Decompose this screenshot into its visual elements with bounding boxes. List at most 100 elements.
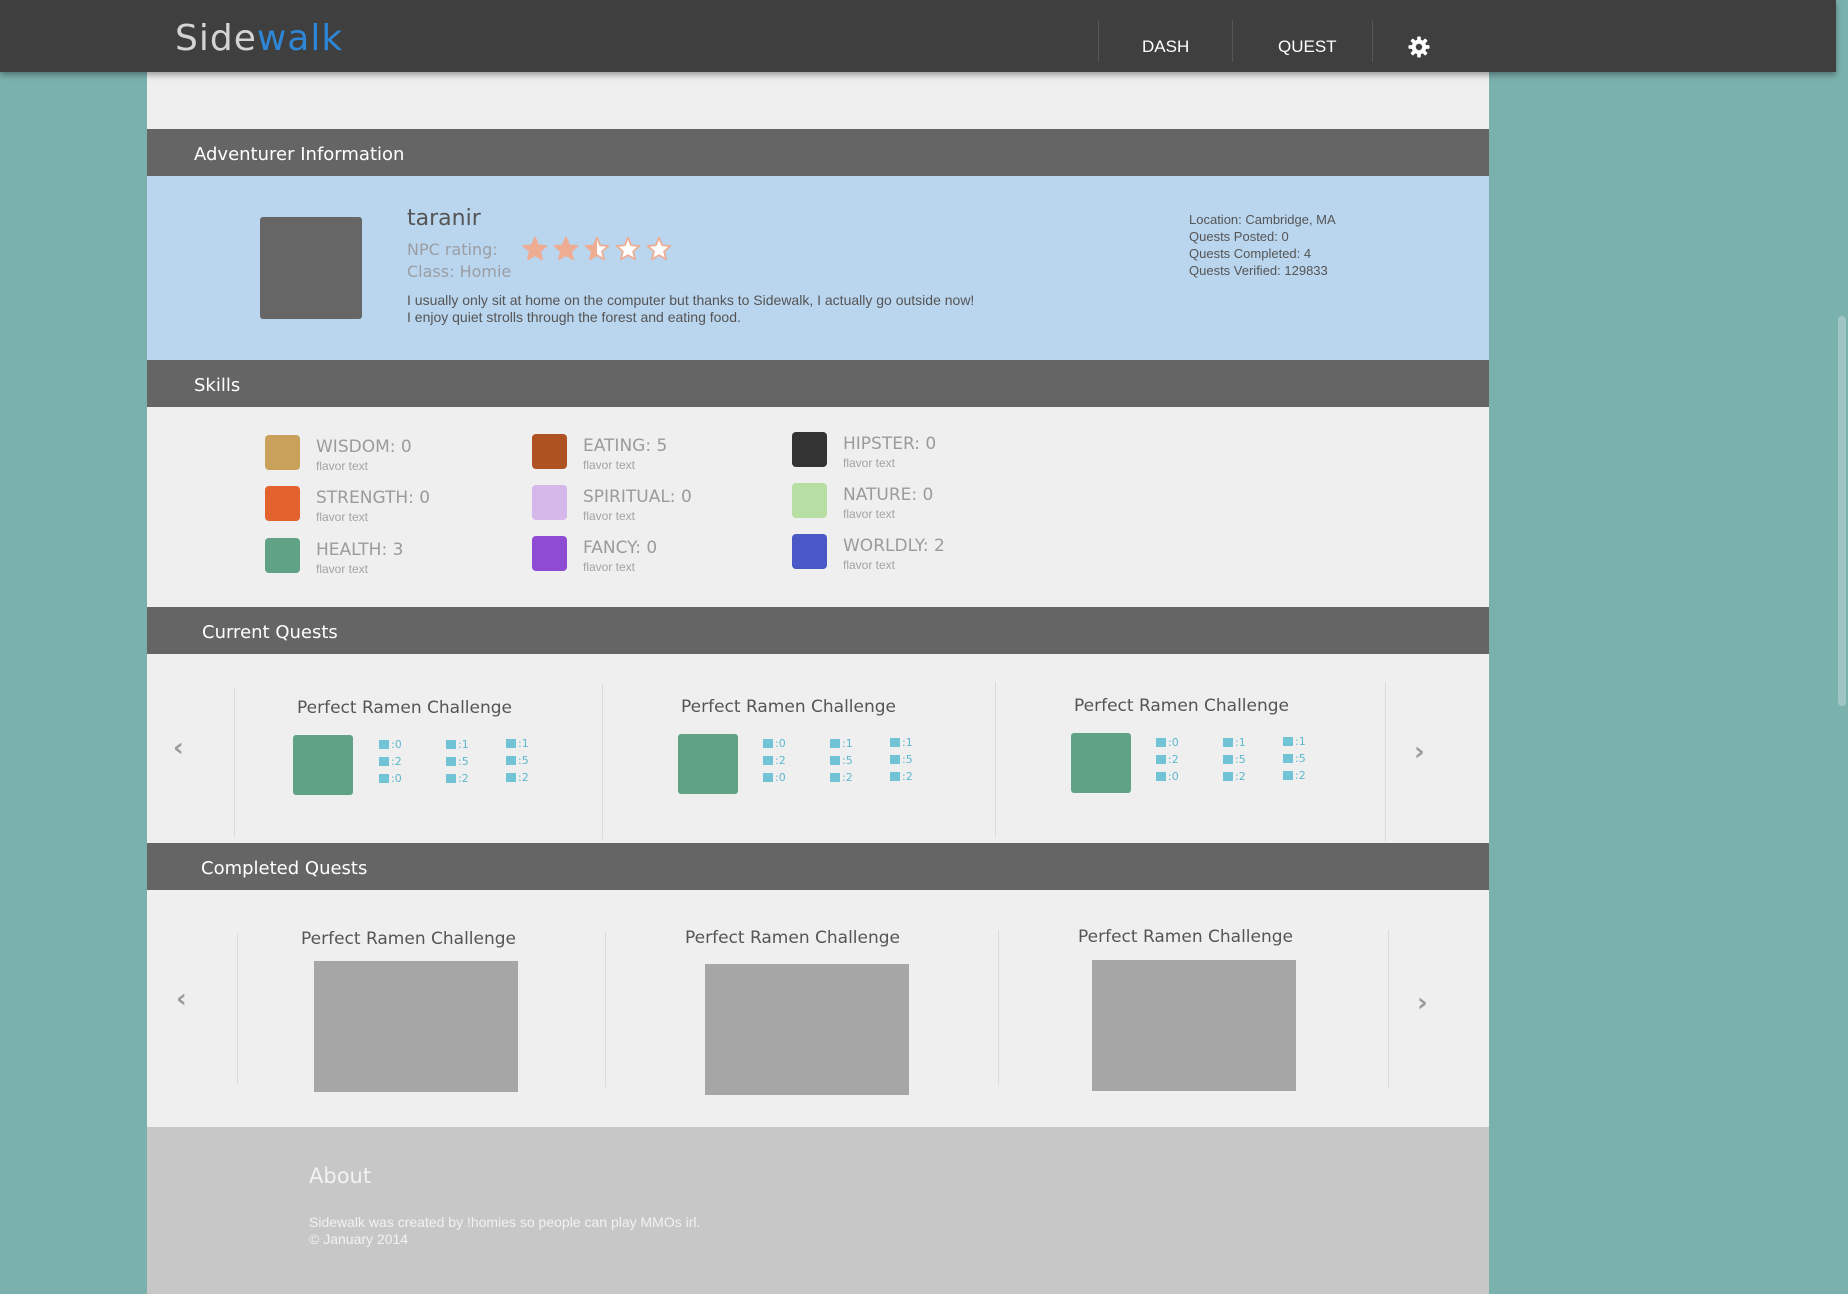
skill-flavor: flavor text bbox=[316, 459, 369, 473]
quest-stat: :5 bbox=[1283, 752, 1306, 765]
section-title: Current Quests bbox=[202, 622, 338, 643]
quest-stat: :1 bbox=[446, 738, 469, 751]
quest-stat: :2 bbox=[1156, 753, 1179, 766]
skill-swatch bbox=[265, 538, 300, 573]
quest-stat: :5 bbox=[506, 754, 529, 767]
quest-stat: :0 bbox=[1156, 770, 1179, 783]
bio: I usually only sit at home on the comput… bbox=[407, 292, 974, 326]
quest-title: Perfect Ramen Challenge bbox=[297, 698, 512, 718]
quest-icon bbox=[293, 735, 353, 795]
top-navbar: Sidewalk DASH QUEST bbox=[0, 0, 1836, 72]
completed-quests-next-arrow[interactable]: › bbox=[1417, 988, 1428, 1018]
quest-image bbox=[705, 964, 909, 1095]
quest-stat: :0 bbox=[379, 772, 402, 785]
quest-title: Perfect Ramen Challenge bbox=[1074, 696, 1289, 716]
skill-label: SPIRITUAL: 0 bbox=[583, 487, 692, 507]
profile-page: Adventurer Information taranir NPC ratin… bbox=[147, 72, 1489, 1294]
quest-image bbox=[1092, 960, 1296, 1091]
footer-line: Sidewalk was created by !homies so peopl… bbox=[309, 1214, 701, 1230]
page-scrollbar[interactable] bbox=[1836, 0, 1848, 1294]
nav-quest[interactable]: QUEST bbox=[1278, 37, 1337, 57]
skills-section-header: Skills bbox=[147, 360, 1489, 407]
skill-label: STRENGTH: 0 bbox=[316, 488, 431, 508]
current-quests-section-header: Current Quests bbox=[147, 607, 1489, 654]
stat-quests-verified: Quests Verified: 129833 bbox=[1189, 263, 1328, 278]
quest-stat: :2 bbox=[506, 771, 529, 784]
current-quests-next-arrow[interactable]: › bbox=[1414, 737, 1425, 767]
quest-stat: :0 bbox=[1156, 736, 1179, 749]
quest-stat: :0 bbox=[763, 771, 786, 784]
skill-swatch bbox=[532, 485, 567, 520]
quest-title: Perfect Ramen Challenge bbox=[301, 929, 516, 949]
carousel-divider bbox=[237, 934, 238, 1084]
skill-label: WISDOM: 0 bbox=[316, 437, 412, 457]
nav-dash[interactable]: DASH bbox=[1142, 37, 1189, 57]
gear-icon[interactable] bbox=[1408, 36, 1430, 58]
skill-label: FANCY: 0 bbox=[583, 538, 658, 558]
skill-label: WORLDLY: 2 bbox=[843, 536, 945, 556]
skill-swatch bbox=[792, 432, 827, 467]
logo[interactable]: Sidewalk bbox=[175, 18, 343, 59]
section-title: Skills bbox=[194, 375, 241, 396]
carousel-divider bbox=[234, 687, 235, 837]
user-stats: Location: Cambridge, MA Quests Posted: 0… bbox=[1189, 211, 1336, 279]
skill-flavor: flavor text bbox=[843, 558, 896, 572]
skill-swatch bbox=[792, 534, 827, 569]
quest-stat: :2 bbox=[1223, 770, 1246, 783]
star-rating bbox=[522, 236, 677, 267]
carousel-divider bbox=[1385, 682, 1386, 842]
stat-location: Location: Cambridge, MA bbox=[1189, 212, 1336, 227]
carousel-divider bbox=[1388, 930, 1389, 1088]
bio-line: I usually only sit at home on the comput… bbox=[407, 292, 975, 308]
footer-title: About bbox=[309, 1164, 372, 1188]
bio-line: I enjoy quiet strolls through the forest… bbox=[407, 309, 741, 325]
scrollbar-thumb[interactable] bbox=[1838, 316, 1846, 706]
quest-stat: :2 bbox=[446, 772, 469, 785]
skill-label: EATING: 5 bbox=[583, 436, 668, 456]
completed-quests-prev-arrow[interactable]: ‹ bbox=[176, 984, 187, 1014]
carousel-divider bbox=[995, 682, 996, 837]
quest-stat: :2 bbox=[1283, 769, 1306, 782]
completed-quests-section-header: Completed Quests bbox=[147, 843, 1489, 890]
star-icon bbox=[553, 236, 579, 261]
adventurer-panel: taranir NPC rating: Class: Homie I usual… bbox=[147, 176, 1489, 360]
star-icon bbox=[584, 236, 610, 261]
quest-stat: :0 bbox=[763, 737, 786, 750]
star-icon bbox=[615, 236, 641, 261]
class-label: Class: Homie bbox=[407, 262, 512, 281]
quest-stat: :5 bbox=[1223, 753, 1246, 766]
current-quests-prev-arrow[interactable]: ‹ bbox=[173, 733, 184, 763]
quest-title: Perfect Ramen Challenge bbox=[1078, 927, 1293, 947]
footer: About Sidewalk was created by !homies so… bbox=[147, 1127, 1489, 1294]
star-icon bbox=[646, 236, 672, 261]
skill-label: NATURE: 0 bbox=[843, 485, 934, 505]
quest-stat: :0 bbox=[379, 738, 402, 751]
quest-stat: :1 bbox=[1223, 736, 1246, 749]
logo-part2: walk bbox=[256, 18, 344, 59]
quest-image bbox=[314, 961, 518, 1092]
nav-divider bbox=[1372, 20, 1373, 62]
section-title: Adventurer Information bbox=[194, 144, 405, 165]
quest-stat: :2 bbox=[830, 771, 853, 784]
stat-quests-completed: Quests Completed: 4 bbox=[1189, 246, 1312, 261]
carousel-divider bbox=[998, 930, 999, 1085]
stat-quests-posted: Quests Posted: 0 bbox=[1189, 229, 1289, 244]
quest-icon bbox=[678, 734, 738, 794]
skill-swatch bbox=[265, 435, 300, 470]
quest-stat: :1 bbox=[1283, 735, 1306, 748]
skill-label: HEALTH: 3 bbox=[316, 540, 404, 560]
skill-swatch bbox=[532, 536, 567, 571]
quest-stat: :5 bbox=[830, 754, 853, 767]
quest-stat: :2 bbox=[890, 770, 913, 783]
carousel-divider bbox=[602, 684, 603, 839]
quest-stat: :1 bbox=[830, 737, 853, 750]
skill-swatch bbox=[265, 486, 300, 521]
skill-label: HIPSTER: 0 bbox=[843, 434, 937, 454]
skill-swatch bbox=[532, 434, 567, 469]
quest-stat: :5 bbox=[446, 755, 469, 768]
quest-stat: :1 bbox=[890, 736, 913, 749]
adventurer-section-header: Adventurer Information bbox=[147, 129, 1489, 176]
skill-flavor: flavor text bbox=[583, 560, 636, 574]
nav-divider bbox=[1232, 20, 1233, 62]
quest-stat: :2 bbox=[763, 754, 786, 767]
